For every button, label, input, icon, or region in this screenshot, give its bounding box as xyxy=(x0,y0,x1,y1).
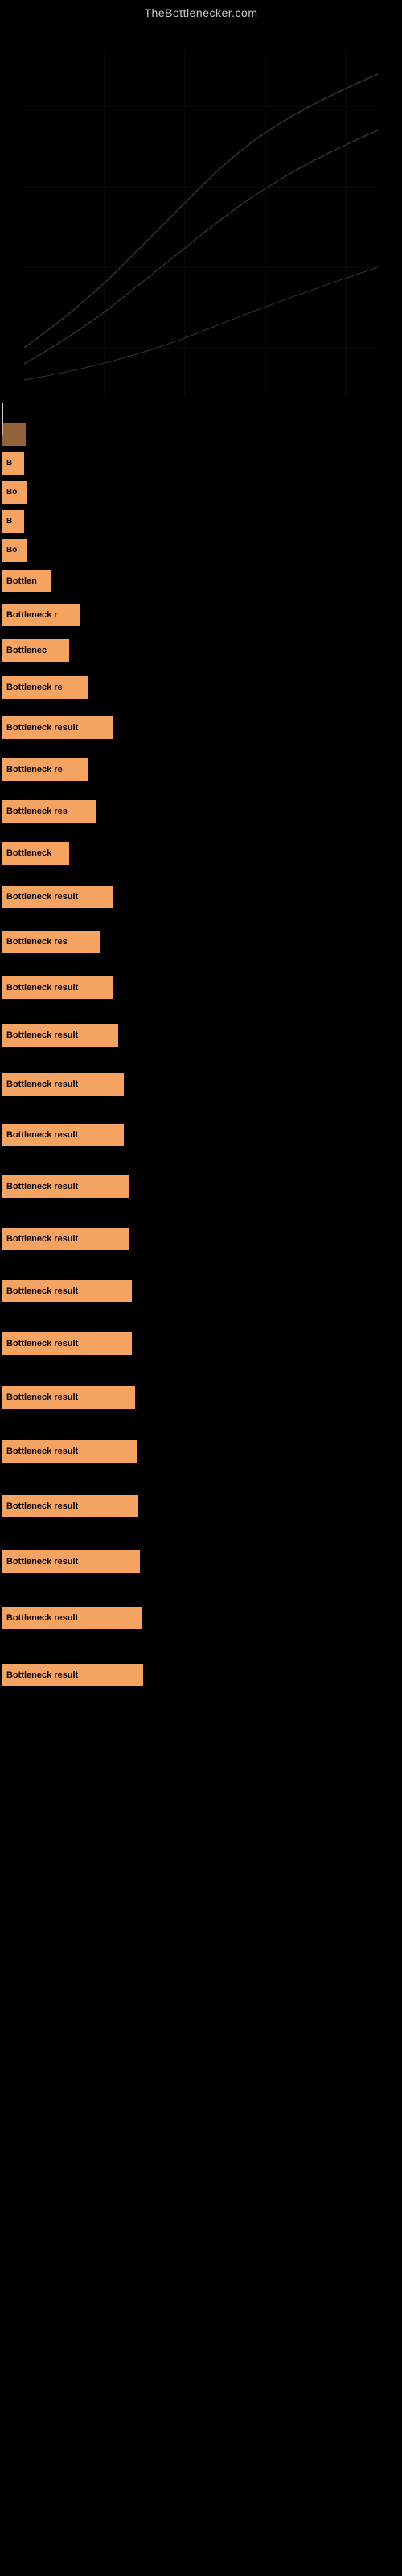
list-item: Bottleneck r xyxy=(0,597,402,633)
result-label: Bottleneck res xyxy=(2,800,96,823)
list-item: Bottleneck re xyxy=(0,668,402,707)
list-item xyxy=(0,420,402,449)
result-label: Bottleneck result xyxy=(2,1440,137,1463)
list-item: B xyxy=(0,507,402,536)
list-item: Bottleneck xyxy=(0,832,402,874)
result-label: B xyxy=(2,452,24,475)
result-label: Bottleneck result xyxy=(2,1175,129,1198)
result-label: Bottleneck result xyxy=(2,1280,132,1302)
list-item: Bottleneck result xyxy=(0,1317,402,1370)
site-title: TheBottlenecker.com xyxy=(0,0,402,26)
result-label: Bo xyxy=(2,481,27,504)
list-item: Bottlen xyxy=(0,565,402,597)
result-label: B xyxy=(2,510,24,533)
result-label: Bottleneck re xyxy=(2,676,88,699)
result-label: Bottleneck result xyxy=(2,976,113,999)
list-item: Bottleneck result xyxy=(0,1109,402,1161)
list-item: Bottleneck result xyxy=(0,1479,402,1534)
list-item: Bottleneck result xyxy=(0,1646,402,1704)
result-label: Bottleneck res xyxy=(2,931,100,953)
list-item: Bo xyxy=(0,536,402,565)
result-label: Bottleneck result xyxy=(2,1124,124,1146)
result-label: Bottleneck result xyxy=(2,1607,142,1629)
result-label: Bottlenec xyxy=(2,639,69,662)
result-label: Bottleneck result xyxy=(2,1024,118,1046)
list-item: Bottleneck result xyxy=(0,1059,402,1109)
list-item: Bo xyxy=(0,478,402,507)
result-label: Bottleneck result xyxy=(2,1386,135,1409)
result-label: Bottleneck result xyxy=(2,1495,138,1517)
result-label: Bo xyxy=(2,539,27,562)
list-item: Bottleneck result xyxy=(0,707,402,749)
list-item: Bottleneck result xyxy=(0,1265,402,1317)
site-header: TheBottlenecker.com xyxy=(0,0,402,26)
list-item: Bottleneck res xyxy=(0,791,402,832)
list-item: B xyxy=(0,449,402,478)
result-label: Bottleneck r xyxy=(2,604,80,626)
list-item: Bottleneck result xyxy=(0,1534,402,1590)
list-item: Bottleneck result xyxy=(0,1424,402,1479)
list-item: Bottleneck result xyxy=(0,1212,402,1265)
list-item: Bottleneck result xyxy=(0,1370,402,1424)
result-label: Bottleneck result xyxy=(2,1228,129,1250)
results-container: B Bo B Bo Bottlen Bottleneck r Bottlenec… xyxy=(0,412,402,1712)
result-label: Bottleneck result xyxy=(2,1073,124,1096)
result-label: Bottleneck result xyxy=(2,1332,132,1355)
result-label: Bottleneck result xyxy=(2,886,113,908)
result-label: Bottleneck result xyxy=(2,1550,140,1573)
list-item: Bottleneck res xyxy=(0,919,402,964)
list-item: Bottlenec xyxy=(0,633,402,668)
result-label xyxy=(2,423,26,446)
list-item: Bottleneck re xyxy=(0,749,402,791)
chart-area xyxy=(0,26,402,412)
result-label: Bottleneck xyxy=(2,842,69,865)
list-item: Bottleneck result xyxy=(0,964,402,1011)
result-label: Bottleneck result xyxy=(2,1664,143,1686)
list-item: Bottleneck result xyxy=(0,1590,402,1646)
list-item: Bottleneck result xyxy=(0,874,402,919)
result-label: Bottleneck result xyxy=(2,716,113,739)
result-label: Bottleneck re xyxy=(2,758,88,781)
list-item: Bottleneck result xyxy=(0,1161,402,1212)
chart-svg xyxy=(0,26,402,412)
list-item: Bottleneck result xyxy=(0,1011,402,1059)
result-label: Bottlen xyxy=(2,570,51,592)
